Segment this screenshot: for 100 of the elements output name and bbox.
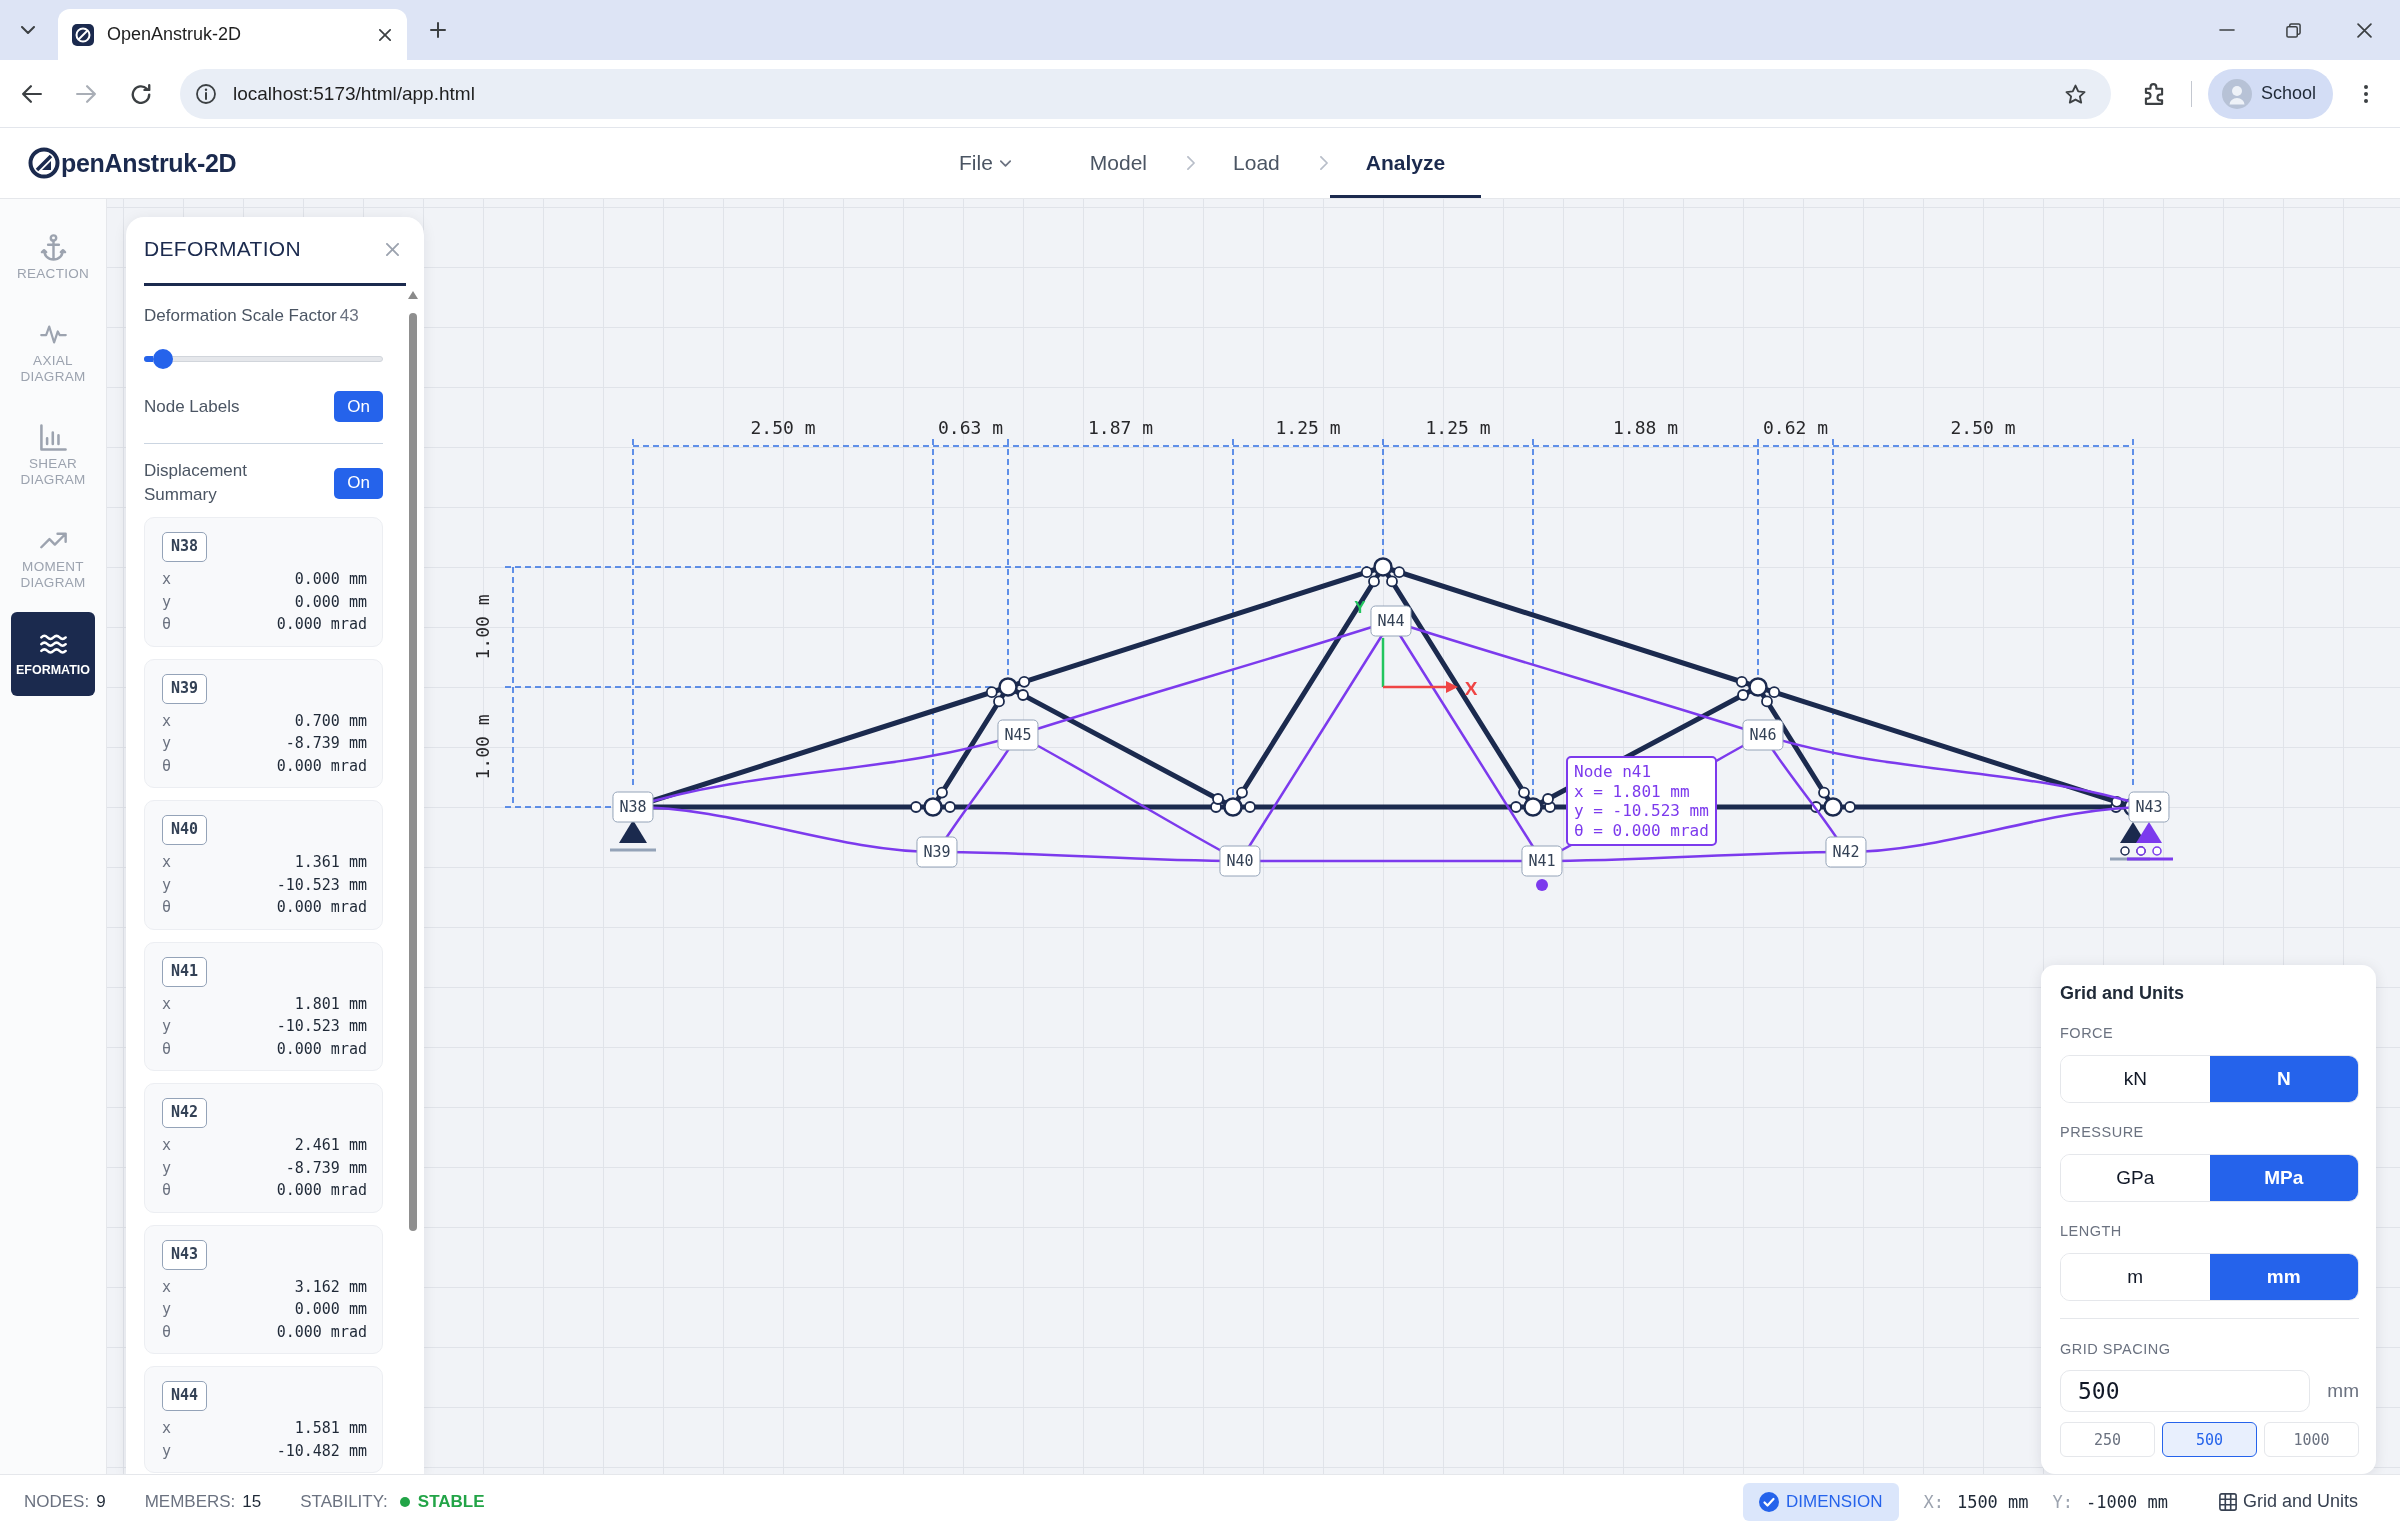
more-menu-icon[interactable] <box>2364 84 2368 103</box>
sidebar-tab[interactable]: EFORMATIO <box>11 612 95 696</box>
displacement-value: 2.461 mm <box>294 1135 367 1156</box>
pin-support-icon <box>610 820 656 852</box>
section-label: GRID SPACING <box>2060 1341 2172 1357</box>
axis-label: y <box>162 591 172 613</box>
caret-down-icon <box>999 159 1011 167</box>
displacement-value: 1.581 mm <box>294 1418 367 1439</box>
dimension-label: 0.63 m <box>938 416 1003 438</box>
segment-button[interactable]: MPa <box>2209 1155 2358 1201</box>
node-label: N39 <box>916 836 958 868</box>
axis-label: x <box>162 852 172 873</box>
preset-button[interactable]: 250 <box>2060 1422 2155 1457</box>
browser-tab[interactable]: OpenAnstruk-2D <box>58 9 407 60</box>
node-id-label: N41 <box>162 956 208 987</box>
axis-label: y <box>162 1440 172 1462</box>
info-icon <box>196 83 216 104</box>
node-id-label: N44 <box>162 1381 208 1411</box>
displacement-value: 0.000 mm <box>294 569 367 590</box>
displacement-value: 0.000 mrad <box>276 755 367 777</box>
restore-icon[interactable] <box>2286 22 2301 38</box>
logo-icon <box>72 23 94 46</box>
dimension-label: 1.25 m <box>1425 416 1491 438</box>
preset-button[interactable]: 500 <box>2162 1422 2257 1457</box>
coordinate-label: Y: <box>2052 1491 2074 1512</box>
displacement-value: -8.739 mm <box>285 1157 367 1179</box>
displacement-value: 1.361 mm <box>294 852 367 873</box>
axis-label: θ <box>162 897 172 918</box>
logo-icon <box>28 147 60 179</box>
dimension-label: 1.00 m <box>471 594 493 660</box>
close-icon[interactable] <box>2357 22 2372 38</box>
coordinate-label: X: <box>1923 1491 1944 1512</box>
slider-thumb[interactable] <box>152 349 173 369</box>
dimension-label: 0.62 m <box>1763 416 1828 438</box>
displacement-value: 0.000 mrad <box>276 1321 367 1343</box>
coordinate-value: 1500 mm <box>1956 1491 2029 1512</box>
section-label: FORCE <box>2060 1025 2115 1041</box>
status-value: STABLE <box>417 1491 485 1512</box>
unit-label: mm <box>2327 1380 2359 1402</box>
chevron-down-icon[interactable] <box>21 26 35 34</box>
scale-value: 43 <box>339 306 359 326</box>
toggle-label: Node Labels <box>144 396 240 417</box>
node-id-label: N39 <box>162 673 208 704</box>
slider-track[interactable] <box>144 348 383 370</box>
menu-button[interactable]: File <box>923 128 1047 198</box>
star-icon[interactable] <box>2065 83 2086 104</box>
axis-label: y <box>162 874 172 896</box>
status-dot-icon <box>399 1496 410 1507</box>
displacement-value: -10.523 mm <box>276 874 367 896</box>
displacement-value: 1.801 mm <box>294 993 367 1015</box>
grid-spacing-input[interactable]: 500 <box>2060 1370 2310 1412</box>
nav-tab[interactable]: Load <box>1197 128 1316 198</box>
displacement-value: 0.000 mrad <box>276 897 367 918</box>
status-label: STABILITY: <box>300 1491 388 1512</box>
displacement-value: -10.482 mm <box>276 1440 367 1462</box>
axis-label: θ <box>162 755 172 777</box>
displacement-value: 0.000 mm <box>294 1299 367 1320</box>
dimension-label: 2.50 m <box>750 416 816 438</box>
displacement-value: -8.739 mm <box>285 733 367 754</box>
node-label: N43 <box>2128 791 2170 823</box>
axis-label: x <box>162 1135 172 1156</box>
address-bar[interactable]: localhost:5173/html/app.html <box>180 68 2111 119</box>
scrollbar-thumb[interactable] <box>409 313 417 1231</box>
reload-icon[interactable] <box>131 83 151 104</box>
dimension-label: 1.88 m <box>1613 416 1678 438</box>
dimension-label: 1.00 m <box>471 714 493 780</box>
scroll-up-icon[interactable] <box>408 291 418 299</box>
displacement-value: 0.700 mm <box>294 710 367 732</box>
node-label: N42 <box>1825 836 1867 868</box>
axis-label: y <box>162 733 172 754</box>
axis-label: x <box>162 1418 172 1439</box>
grid-units-button[interactable]: Grid and Units <box>2218 1491 2358 1512</box>
preset-button[interactable]: 1000 <box>2264 1422 2359 1457</box>
displacement-value: 0.000 mrad <box>276 1180 367 1201</box>
toggle-button[interactable]: On <box>334 467 383 499</box>
puzzle-icon[interactable] <box>2144 82 2164 105</box>
segment-button[interactable]: mm <box>2209 1254 2358 1300</box>
segment-button[interactable]: N <box>2209 1056 2358 1102</box>
avatar-icon <box>2222 78 2252 109</box>
dimension-label: 1.87 m <box>1088 416 1153 438</box>
axis-label: θ <box>162 614 172 635</box>
axis-label: x <box>162 569 172 590</box>
field-label: Deformation Scale Factor <box>144 306 337 326</box>
coordinate-value: -1000 mm <box>2086 1491 2168 1512</box>
axis-label: θ <box>162 1180 172 1201</box>
node-id-label: N38 <box>162 532 208 562</box>
nav-tab[interactable]: Model <box>1053 128 1184 198</box>
dimension-toggle[interactable]: DIMENSION <box>1743 1482 1900 1521</box>
bar-chart-icon <box>39 424 67 451</box>
displacement-value: 0.000 mm <box>294 591 367 613</box>
node-id-label: N42 <box>162 1098 208 1128</box>
profile-button[interactable]: School <box>2208 68 2333 119</box>
panel-title: Grid and Units <box>2060 982 2185 1004</box>
dimension-label: 1.25 m <box>1275 416 1341 438</box>
toggle-button[interactable]: On <box>334 391 383 422</box>
plus-icon[interactable] <box>430 22 446 38</box>
back-arrow-icon[interactable] <box>22 84 42 103</box>
close-icon[interactable] <box>379 28 391 41</box>
node-id-label: N43 <box>162 1239 208 1270</box>
node-id-label: N40 <box>162 815 208 845</box>
